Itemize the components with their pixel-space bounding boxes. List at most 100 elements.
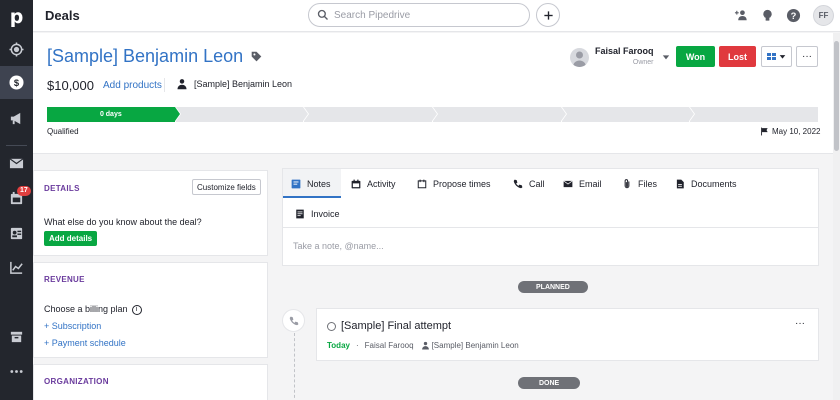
- note-input[interactable]: [293, 241, 793, 251]
- tips-button[interactable]: [759, 7, 775, 23]
- deal-title[interactable]: [Sample] Benjamin Leon: [47, 46, 243, 67]
- more-icon: [10, 370, 23, 373]
- composer-tabs: Notes Activity Propose times Call Email …: [283, 169, 818, 229]
- pipeline-stage[interactable]: [175, 107, 309, 122]
- help-button[interactable]: ?: [785, 7, 801, 23]
- add-payment-schedule-link[interactable]: + Payment schedule: [44, 338, 126, 348]
- pipeline-stage[interactable]: [304, 107, 438, 122]
- flag-icon: [761, 127, 768, 136]
- activity-item[interactable]: [Sample] Final attempt ··· Today · Faisa…: [316, 308, 819, 361]
- tab-activity[interactable]: Activity: [343, 169, 404, 198]
- tab-email[interactable]: Email: [555, 169, 610, 198]
- tab-files[interactable]: Files: [614, 169, 665, 198]
- search-icon: [317, 9, 328, 20]
- invoice-icon: [296, 209, 304, 218]
- chart-icon: [10, 261, 23, 274]
- owner-avatar: [570, 47, 589, 67]
- view-switch-button[interactable]: [761, 46, 792, 67]
- activity-meta: Today · Faisal Farooq [Sample] Benjamin …: [327, 341, 519, 350]
- organization-title[interactable]: ORGANIZATION: [44, 377, 109, 386]
- svg-text:$: $: [14, 78, 20, 88]
- header-divider: [164, 78, 165, 92]
- add-subscription-link[interactable]: + Subscription: [44, 321, 101, 331]
- stage-days: 0 days: [99, 111, 122, 118]
- deal-value[interactable]: $10,000: [47, 78, 94, 93]
- user-avatar[interactable]: FF: [813, 5, 834, 26]
- svg-text:?: ?: [790, 10, 796, 20]
- tab-propose-times[interactable]: Propose times: [409, 169, 499, 198]
- search-input[interactable]: [334, 9, 524, 21]
- billing-plan-label: Choose a billing plan: [44, 304, 128, 314]
- add-user-icon: [734, 9, 747, 20]
- details-card: DETAILS Customize fields What else do yo…: [33, 170, 268, 256]
- page-scrollbar[interactable]: [833, 33, 840, 400]
- grid-icon: [767, 53, 776, 60]
- sidebar-item-products[interactable]: [0, 320, 33, 353]
- sidebar-item-mail[interactable]: [0, 147, 33, 180]
- owner-text: Faisal Farooq Owner: [595, 46, 654, 68]
- tag-icon[interactable]: [251, 51, 262, 62]
- add-details-button[interactable]: Add details: [44, 231, 98, 246]
- sidebar-divider: [6, 145, 27, 146]
- chevron-down-icon: [779, 55, 786, 59]
- box-icon: [10, 331, 23, 343]
- chevron-down-icon: [662, 55, 669, 60]
- sidebar-item-contacts[interactable]: [0, 217, 33, 250]
- timeline-line: [294, 333, 295, 400]
- expected-close-date: May 10, 2022: [760, 127, 820, 136]
- more-actions-button[interactable]: ···: [796, 46, 818, 67]
- tab-label: Call: [529, 178, 545, 189]
- customize-fields-button[interactable]: Customize fields: [192, 179, 261, 195]
- pipeline-stage[interactable]: [433, 107, 566, 122]
- tab-documents[interactable]: Documents: [667, 169, 745, 198]
- activities-badge: 17: [17, 186, 31, 196]
- sidebar-item-activities[interactable]: 17: [0, 182, 33, 215]
- activity-done-checkbox[interactable]: [327, 322, 336, 331]
- sidebar-item-deals[interactable]: $: [0, 66, 33, 99]
- target-icon: [9, 42, 24, 57]
- owner-selector[interactable]: Faisal Farooq Owner: [570, 46, 670, 68]
- details-question: What else do you know about the deal?: [44, 217, 202, 227]
- pipeline-stage[interactable]: [690, 107, 819, 122]
- tab-call[interactable]: Call: [505, 169, 553, 198]
- help-icon: ?: [786, 8, 800, 22]
- activity-title[interactable]: [Sample] Final attempt: [341, 320, 451, 332]
- add-products-link[interactable]: Add products: [103, 80, 162, 91]
- deal-person-link[interactable]: [Sample] Benjamin Leon: [176, 78, 292, 90]
- info-icon[interactable]: i: [131, 304, 142, 315]
- deal-person-name: [Sample] Benjamin Leon: [194, 79, 293, 89]
- billing-plan-row: Choose a billing plan i: [44, 304, 142, 315]
- search-box[interactable]: [308, 3, 530, 27]
- activity-person[interactable]: [Sample] Benjamin Leon: [421, 341, 519, 350]
- page-title: Deals: [45, 8, 80, 23]
- tab-label: Activity: [367, 178, 396, 189]
- pipeline-stage-qualified[interactable]: 0 days: [47, 107, 180, 122]
- pipedrive-logo[interactable]: p: [0, 0, 33, 33]
- organization-card: ORGANIZATION: [33, 364, 268, 400]
- phone-icon: [513, 179, 523, 188]
- sidebar-item-campaigns[interactable]: [0, 102, 33, 135]
- won-button[interactable]: Won: [676, 46, 715, 67]
- tab-invoice[interactable]: Invoice: [287, 199, 348, 228]
- sidebar-item-leads[interactable]: [0, 33, 33, 66]
- paperclip-icon: [624, 178, 630, 188]
- tab-label: Invoice: [311, 208, 340, 219]
- tab-notes[interactable]: Notes: [283, 169, 341, 198]
- activity-more-button[interactable]: ···: [795, 318, 805, 329]
- activity-due: Today: [327, 341, 350, 350]
- tab-label: Files: [638, 178, 658, 189]
- details-title[interactable]: DETAILS: [44, 184, 80, 193]
- lost-button[interactable]: Lost: [719, 46, 756, 67]
- done-label: DONE: [518, 377, 581, 389]
- sidebar-item-insights[interactable]: [0, 251, 33, 284]
- revenue-title[interactable]: REVENUE: [44, 275, 85, 284]
- invite-users-button[interactable]: [733, 7, 749, 23]
- activity-person-name: [Sample] Benjamin Leon: [431, 341, 519, 350]
- planned-label: PLANNED: [518, 281, 588, 293]
- sidebar-item-more[interactable]: [0, 355, 33, 388]
- pipeline-stage[interactable]: [561, 107, 695, 122]
- scrollbar-thumb[interactable]: [834, 41, 839, 151]
- quick-add-button[interactable]: [536, 3, 560, 27]
- megaphone-icon: [10, 112, 21, 125]
- propose-times-icon: [417, 179, 427, 188]
